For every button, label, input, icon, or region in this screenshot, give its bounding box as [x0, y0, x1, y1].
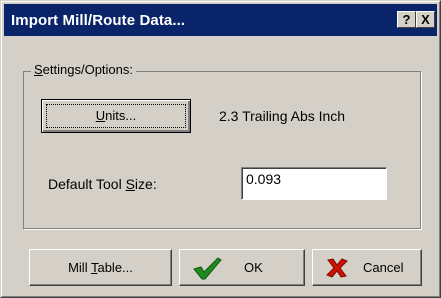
x-icon — [326, 258, 348, 278]
ok-label: OK — [244, 260, 263, 275]
check-icon — [193, 257, 222, 280]
help-icon: ? — [402, 12, 411, 27]
import-mill-route-dialog: Import Mill/Route Data... ? X Settings/O… — [0, 0, 441, 298]
title-bar[interactable]: Import Mill/Route Data... ? X — [4, 4, 437, 36]
default-tool-size-input[interactable]: 0.093 — [241, 167, 387, 200]
close-button[interactable]: X — [416, 11, 435, 28]
ok-button[interactable]: OK — [179, 249, 305, 286]
default-tool-size-label: Default Tool Size: — [48, 176, 157, 192]
units-button-label: Units... — [95, 108, 137, 123]
help-button[interactable]: ? — [397, 11, 416, 28]
mill-table-label: Mill Table... — [68, 260, 133, 275]
units-button[interactable]: Units... — [41, 99, 191, 133]
settings-options-label: Settings/Options: — [31, 62, 136, 77]
cancel-label: Cancel — [363, 260, 404, 275]
close-icon: X — [421, 12, 430, 27]
settings-options-group — [23, 71, 422, 230]
window-title: Import Mill/Route Data... — [11, 12, 186, 29]
cancel-button[interactable]: Cancel — [312, 249, 422, 286]
mill-table-button[interactable]: Mill Table... — [29, 249, 172, 286]
units-value: 2.3 Trailing Abs Inch — [219, 108, 346, 124]
